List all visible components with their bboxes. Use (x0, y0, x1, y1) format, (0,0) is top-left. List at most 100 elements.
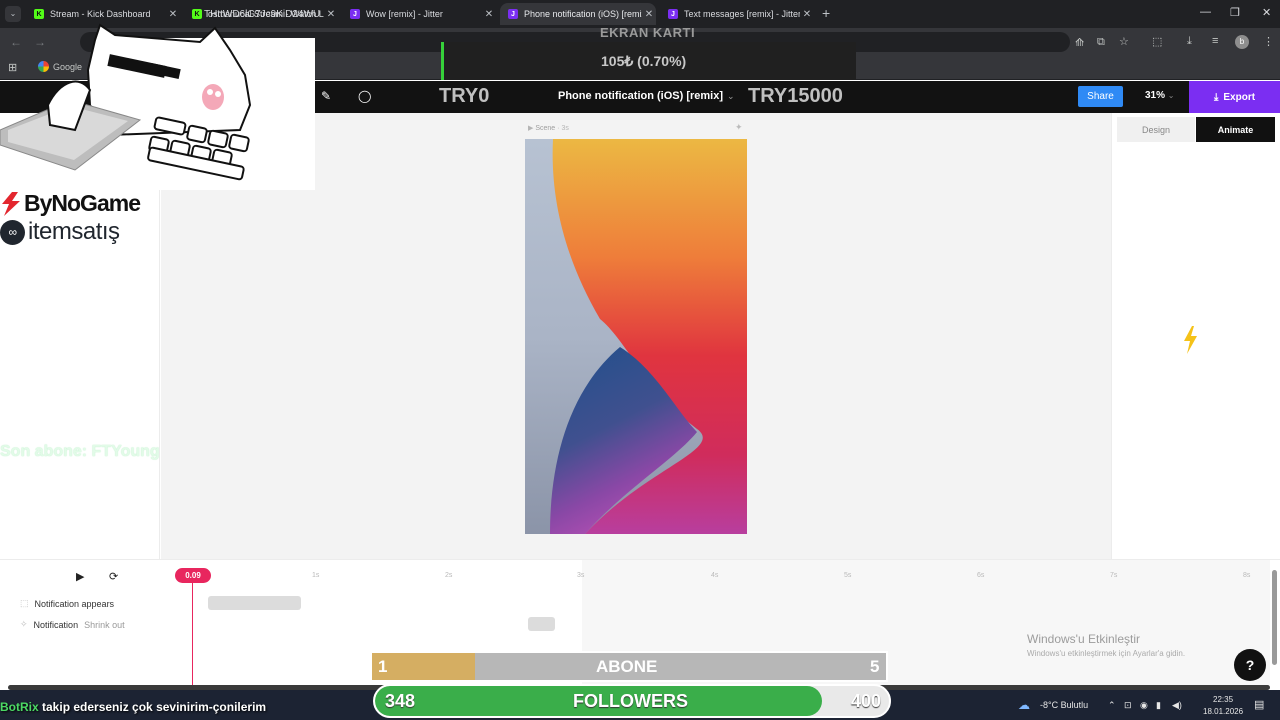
windows-activation-subtitle: Windows'u etkinleştirmek için Ayarlar'a … (1027, 649, 1186, 658)
tab-jitter-text-messages[interactable]: J Text messages [remix] - Jitter ✕ (660, 3, 814, 25)
subscriber-goal-label: ABONE (596, 657, 658, 676)
timeline-tick: 8s (1243, 572, 1251, 579)
overlay-donation-box: 105₺ (0.70%) (441, 42, 856, 80)
clock-time: 22:35 (1213, 695, 1234, 704)
follower-goal-current: 348 (385, 691, 416, 711)
sponsor-bynogame-text: ByNoGame (24, 190, 141, 216)
share-button[interactable]: Share (1078, 86, 1123, 107)
jitter-icon: J (350, 9, 360, 19)
follower-goal-label: FOLLOWERS (573, 691, 688, 711)
tab-jitter-wow[interactable]: J Wow [remix] - Jitter ✕ (342, 3, 496, 25)
overlay-gpu-heading: EKRAN KARTI (600, 25, 696, 40)
download-icon: ⤓ (1213, 91, 1219, 103)
comment-tool-icon[interactable]: ◯ (358, 89, 371, 103)
overlay-goal-start: TRY0 (439, 85, 490, 107)
follower-goal-bar: 348 FOLLOWERS 400 (373, 684, 891, 718)
tab-animate[interactable]: Animate (1196, 117, 1275, 142)
loop-icon[interactable]: ⟳ (109, 570, 118, 583)
jitter-icon: J (668, 9, 678, 19)
close-icon[interactable]: ✕ (800, 9, 814, 20)
scene-duration: 3s (561, 125, 569, 132)
windows-activation-title: Windows'u Etkinleştir (1027, 632, 1140, 646)
play-icon[interactable]: ▶ (76, 570, 84, 583)
overlay-chat-message: BotRix takip ederseniz çok sevinirim-çon… (0, 700, 266, 714)
taskbar-clock[interactable]: 22:35 18.01.2026 (1203, 694, 1243, 718)
zoom-selector[interactable]: 31% ⌄ (1145, 90, 1175, 101)
scene-label[interactable]: ▶ Scene · 3s (528, 124, 569, 132)
sparkle-icon[interactable]: ✦ (735, 122, 743, 133)
playhead-time[interactable]: 0.09 (175, 568, 211, 583)
extensions-icon[interactable]: ⬚ (1152, 35, 1162, 48)
chat-text: takip ederseniz çok sevinirim-çonilerim (42, 700, 267, 714)
volume-icon[interactable]: ◀) (1172, 700, 1182, 711)
pen-tool-icon[interactable]: ✎ (321, 89, 331, 103)
translate-icon[interactable]: ⟰ (1075, 36, 1084, 49)
tab-title: Phone notification (iOS) [remix] (524, 9, 642, 19)
close-icon[interactable]: ✕ (482, 9, 496, 20)
new-tab-button[interactable]: + (822, 5, 830, 21)
artboard-ios-wallpaper[interactable] (525, 139, 747, 534)
sponsor-itemsatis: ∞ itemsatış (0, 218, 120, 246)
install-icon[interactable]: ⧉ (1097, 36, 1105, 49)
chevron-down-icon: ⌄ (727, 91, 735, 101)
tab-title: Stream - Kick Dashboard (50, 9, 151, 19)
overlay-goal-end: TRY15000 (748, 85, 843, 107)
kick-icon: K (192, 9, 202, 19)
tab-title: Text messages [remix] - Jitter (684, 9, 800, 19)
scene-separator: · (557, 125, 560, 132)
close-icon[interactable]: ✕ (166, 9, 180, 20)
timeline-row[interactable]: ⬚ Notification appears (20, 598, 114, 609)
weather-text: -8°C Bulutlu (1040, 700, 1089, 710)
animation-clip[interactable] (208, 596, 301, 610)
export-label: Export (1223, 91, 1256, 103)
animation-icon: ✧ (20, 619, 28, 629)
tab-design[interactable]: Design (1117, 117, 1195, 142)
browser-menu-icon[interactable]: ⋮ (1263, 35, 1274, 48)
tab-jitter-phone-notification[interactable]: J Phone notification (iOS) [remix] ✕ (500, 3, 656, 25)
battery-icon[interactable]: ▮ (1156, 700, 1161, 711)
timeline-tick: 6s (977, 572, 985, 579)
timeline-tick: 4s (711, 572, 719, 579)
chat-username: BotRix (0, 700, 39, 714)
row-label: Notification (33, 619, 79, 630)
timeline-tick: 2s (445, 572, 453, 579)
animation-clip[interactable] (528, 617, 555, 631)
timeline-tick: 5s (844, 572, 852, 579)
subscriber-goal-bar: 1 ABONE 5 (370, 651, 888, 682)
help-button[interactable]: ? (1234, 649, 1266, 681)
play-small-icon: ▶ (528, 125, 534, 132)
export-button[interactable]: ⤓ Export (1189, 81, 1280, 113)
media-icon[interactable]: ≡ (1212, 35, 1218, 47)
network-icon[interactable]: ◉ (1140, 700, 1148, 711)
bynogame-logo-icon (2, 191, 20, 216)
lightning-icon (1184, 326, 1197, 354)
document-title[interactable]: Phone notification (iOS) [remix] ⌄ (558, 90, 735, 102)
playhead-line[interactable] (192, 583, 193, 685)
selection-icon: ⬚ (20, 598, 29, 608)
jitter-icon: J (508, 9, 518, 19)
window-close-icon[interactable]: ✕ (1262, 6, 1271, 19)
sponsor-itemsatis-text: itemsatış (28, 218, 120, 245)
cat-typing-illustration (0, 23, 315, 190)
close-icon[interactable]: ✕ (642, 9, 656, 20)
row-label: Notification appears (34, 598, 115, 609)
timeline-row[interactable]: ✧ Notification Shrink out (20, 619, 125, 630)
notification-icon[interactable]: ▤ (1254, 698, 1264, 711)
close-icon[interactable]: ✕ (324, 9, 338, 20)
overlay-donation-amount: 105₺ (0.70%) (601, 53, 687, 69)
download-icon[interactable]: ⤓ (1187, 35, 1192, 48)
profile-avatar[interactable]: b (1235, 35, 1249, 49)
tray-app-icon[interactable]: ⊡ (1124, 700, 1132, 711)
kick-icon: K (34, 9, 44, 19)
row-sublabel: Shrink out (84, 619, 125, 630)
bookmark-star-icon[interactable]: ☆ (1119, 35, 1129, 48)
vertical-scrollbar[interactable] (1272, 570, 1277, 665)
cat-keyboard-overlay (0, 20, 315, 190)
document-title-text: Phone notification (iOS) [remix] (558, 90, 724, 102)
sponsor-bynogame: ByNoGame (0, 190, 141, 217)
restore-icon[interactable]: ❐ (1230, 6, 1240, 19)
minimize-icon[interactable]: — (1200, 6, 1211, 18)
url-text: THttWD6lG7Jc9KiD24WU (204, 9, 321, 20)
screen: ⌄ K Stream - Kick Dashboard ✕ K osmanuca… (0, 0, 1280, 720)
chevron-up-icon[interactable]: ⌃ (1108, 700, 1116, 711)
